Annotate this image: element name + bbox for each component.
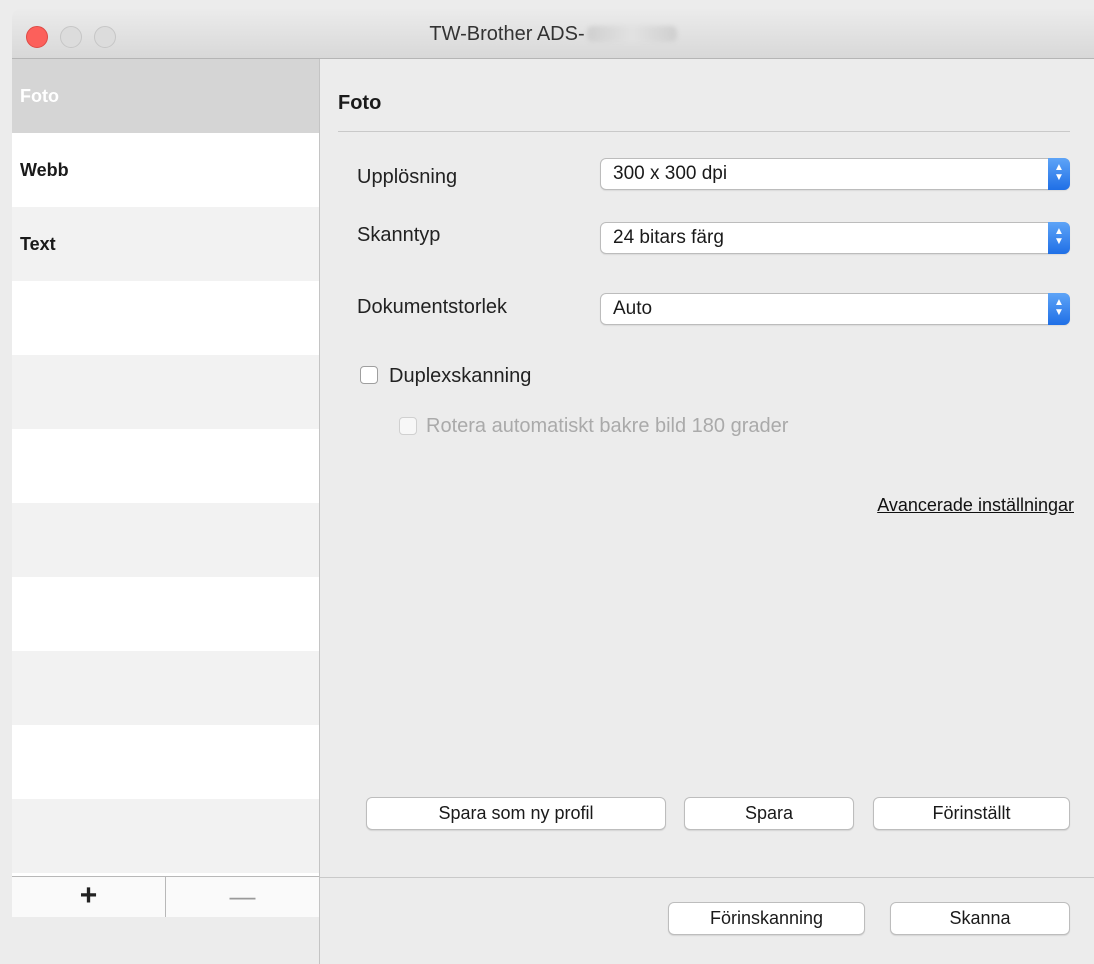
chevron-updown-icon: ▲ ▼ [1048, 222, 1070, 254]
add-profile-button[interactable]: + [12, 877, 166, 917]
sidebar-empty-row [12, 577, 319, 651]
footer-divider [320, 877, 1094, 878]
sidebar-empty-row [12, 281, 319, 355]
scan-type-label: Skanntyp [357, 224, 441, 246]
sidebar-item-label: Text [20, 234, 56, 254]
duplex-label: Duplexskanning [389, 365, 532, 387]
sidebar-item-label: Webb [20, 160, 69, 180]
title-bar: TW-Brother ADS- [12, 8, 1094, 59]
resolution-value: 300 x 300 dpi [613, 163, 728, 184]
remove-profile-button[interactable]: — [166, 877, 319, 917]
sidebar-empty-row [12, 355, 319, 429]
window-title-text: TW-Brother ADS- [429, 23, 585, 45]
profile-sidebar: Foto Webb Text + — [12, 59, 320, 964]
section-title: Foto [338, 92, 382, 114]
advanced-settings-link[interactable]: Avancerade inställningar [877, 495, 1074, 516]
chevron-updown-icon: ▲ ▼ [1048, 158, 1070, 190]
sidebar-empty-row [12, 651, 319, 725]
save-as-new-profile-button[interactable]: Spara som ny profil [366, 797, 666, 830]
window-title: TW-Brother ADS- [12, 23, 1094, 46]
sidebar-empty-row [12, 725, 319, 799]
document-size-label: Dokumentstorlek [357, 296, 508, 318]
rotate-back-checkbox [399, 417, 417, 435]
sidebar-empty-row [12, 503, 319, 577]
sidebar-item-webb[interactable]: Webb [12, 133, 319, 207]
scan-button[interactable]: Skanna [890, 902, 1070, 935]
rotate-back-label: Rotera automatiskt bakre bild 180 grader [426, 415, 789, 437]
scan-type-value: 24 bitars färg [613, 227, 724, 248]
sidebar-item-text[interactable]: Text [12, 207, 319, 281]
save-button[interactable]: Spara [684, 797, 854, 830]
scan-type-select[interactable]: 24 bitars färg ▲ ▼ [600, 222, 1070, 254]
prescan-button[interactable]: Förinskanning [668, 902, 865, 935]
sidebar-item-label: Foto [20, 86, 59, 106]
resolution-label: Upplösning [357, 166, 458, 188]
redacted-model-number [586, 26, 677, 42]
document-size-value: Auto [613, 298, 653, 319]
sidebar-empty-row [12, 799, 319, 873]
duplex-checkbox[interactable] [360, 366, 378, 384]
document-size-select[interactable]: Auto ▲ ▼ [600, 293, 1070, 325]
default-button[interactable]: Förinställt [873, 797, 1070, 830]
resolution-select[interactable]: 300 x 300 dpi ▲ ▼ [600, 158, 1070, 190]
section-divider [338, 131, 1070, 132]
chevron-updown-icon: ▲ ▼ [1048, 293, 1070, 325]
sidebar-footer [12, 917, 319, 964]
scan-window: TW-Brother ADS- Foto Webb Text + — Foto … [0, 0, 1094, 964]
sidebar-button-bar: + — [12, 876, 319, 918]
sidebar-item-foto[interactable]: Foto [12, 59, 319, 133]
settings-panel: Foto Upplösning 300 x 300 dpi ▲ ▼ Skannty… [320, 59, 1094, 964]
sidebar-empty-row [12, 429, 319, 503]
